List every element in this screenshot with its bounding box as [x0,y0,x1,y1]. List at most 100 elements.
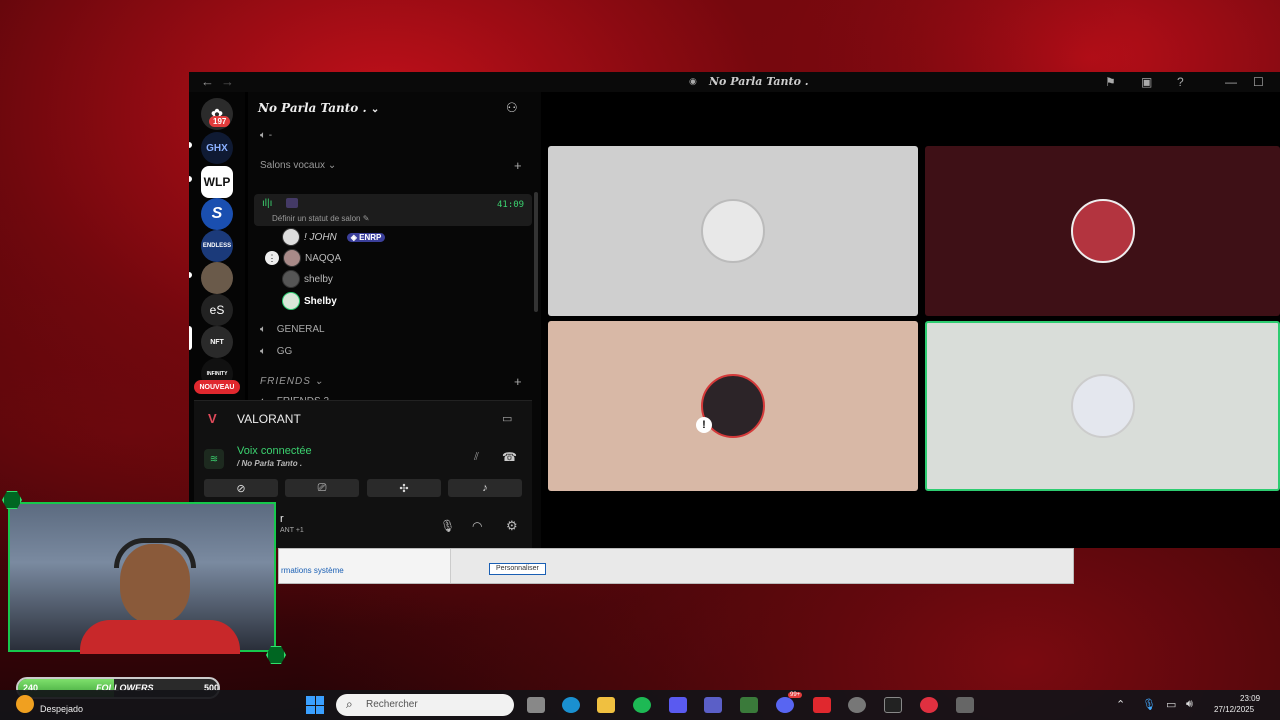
server-icon-es[interactable]: eS [201,294,233,326]
channel-emoji [286,198,298,208]
tray-chevron-icon[interactable]: ⌃ [1116,698,1125,711]
channel-top[interactable]: 🔈︎ - [260,130,272,141]
game-name: VALORANT [237,412,301,426]
store-icon[interactable] [669,697,687,713]
app-icon[interactable] [740,697,758,713]
headset [114,538,196,568]
channel-label: - [268,130,273,141]
system-info-link[interactable]: rmations système [281,566,344,575]
search-placeholder: Rechercher [366,699,418,710]
voice-member[interactable]: Shelby [282,292,337,310]
unread-pip [189,176,192,182]
voice-member[interactable]: shelby [282,270,333,288]
settings-gear-icon[interactable]: ⚙ [506,518,518,534]
member-name: shelby [304,273,333,285]
window-title: No Parla Tanto . [709,75,809,88]
scrollbar[interactable] [534,192,538,312]
voice-activity-icon: ıl|ı [262,198,273,209]
back-icon[interactable]: ← [201,74,214,89]
taskbar-search[interactable]: ⌕ Rechercher [336,694,514,716]
teams-icon[interactable] [704,697,722,713]
server-icon-photo[interactable] [201,262,233,294]
add-channel-icon[interactable]: + [514,158,522,173]
guild-name-text: No Parla Tanto . [258,101,367,115]
discord-icon[interactable] [776,697,794,713]
member-name: NAQQA [305,252,342,264]
category-friends[interactable]: FRIENDS ⌄ [260,376,324,387]
forward-icon[interactable]: → [221,74,234,89]
voice-member[interactable]: ! JOHN ◈ ENRP [282,228,386,246]
valorant-icon: V [208,411,217,426]
terminal-icon[interactable] [884,697,902,713]
tray-display-icon[interactable]: ▭ [1166,698,1176,711]
share-screen-button[interactable]: ⎚ [285,479,359,497]
video-tile[interactable] [548,146,918,316]
server-icon-nft[interactable]: NFT [201,326,233,358]
server-icon-s[interactable]: S [201,198,233,230]
voice-member[interactable]: ⋮ NAQQA [265,249,341,267]
weather-label: Despejado [40,704,84,714]
screen-share-icon[interactable]: ▭ [502,412,512,425]
alert-icon: ! [696,417,712,433]
participant-avatar [701,199,765,263]
valorant-taskbar-icon[interactable] [813,697,831,713]
guild-name[interactable]: No Parla Tanto . ⌄ [258,101,379,115]
camera-off-icon: ⊘ [236,482,246,495]
inbox-icon[interactable]: ▣ [1141,75,1152,89]
activities-button[interactable]: ✣ [367,479,441,497]
headphones-icon[interactable]: ◠ [472,519,482,533]
channel-gg[interactable]: 🔈︎ GG [260,346,292,357]
discord-window: ← → ◉ No Parla Tanto . ⚑ ▣ ? — ☐ ✿ 197 G… [189,72,1280,548]
start-icon[interactable] [306,696,324,714]
server-icon-ghx[interactable]: GHX [201,132,233,164]
app-grey-icon[interactable] [956,697,974,713]
speaker-icon: 🔈︎ [260,324,266,335]
category-label: Salons vocaux [260,160,326,171]
video-tile-speaking[interactable] [925,321,1280,491]
add-member-icon[interactable]: ⚇ [506,100,518,116]
disconnect-icon[interactable]: ☎ [502,450,517,464]
channel-general[interactable]: 🔈︎ GENERAL [260,324,325,335]
webcam-overlay [8,502,276,654]
soundboard-button[interactable]: ♪ [448,479,522,497]
help-icon[interactable]: ? [1177,75,1184,89]
customize-button[interactable]: Personnaliser [489,563,546,575]
task-view-icon[interactable] [527,697,545,713]
avatar [283,249,301,267]
server-icon-197[interactable]: ✿ 197 [201,98,233,130]
video-tile[interactable] [925,146,1280,316]
server-icon-endless[interactable]: ENDLESS [201,230,233,262]
noise-suppression-icon[interactable]: ⫽ [474,451,479,464]
minimize-icon[interactable]: — [1225,75,1237,89]
maximize-icon[interactable]: ☐ [1253,75,1264,89]
video-tile[interactable]: ! [548,321,918,491]
channel-label: GG [276,346,293,357]
category-voice[interactable]: Salons vocaux ⌄ [260,160,336,171]
microphone-icon[interactable]: 🎙︎ [440,519,455,533]
server-icon-wlp[interactable]: WLP [201,166,233,198]
spotify-icon[interactable] [633,697,651,713]
edge-icon[interactable] [562,697,580,713]
speaker-icon: 🔈︎ [260,130,266,141]
app-red-icon[interactable] [920,697,938,713]
taskbar: Despejado ⌕ Rechercher 99+ ⌃ 🎙︎ ▭ 🔊︎ 23:… [0,690,1280,720]
clock-time[interactable]: 23:09 [1240,694,1260,703]
camera-off-button[interactable]: ⊘ [204,479,278,497]
voice-channel-label: / No Parla Tanto . [237,459,303,468]
steam-icon[interactable] [848,697,866,713]
user-name: r [280,513,284,525]
file-explorer-icon[interactable] [597,697,615,713]
soundboard-icon: ♪ [482,482,488,494]
new-badge[interactable]: NOUVEAU [194,380,240,394]
participant-avatar [1070,374,1135,438]
avatar [282,270,300,288]
tray-volume-icon[interactable]: 🔊︎ [1186,698,1193,711]
flag-icon[interactable]: ⚑ [1105,75,1116,89]
tray-mic-icon[interactable]: 🎙︎ [1142,698,1156,711]
clock-date[interactable]: 27/12/2025 [1214,705,1254,714]
weather-icon[interactable] [16,695,34,713]
signal-icon[interactable]: ≋ [204,449,224,469]
add-channel-icon[interactable]: + [514,374,522,389]
chevron-down-icon: ⌄ [370,104,380,115]
set-status-link[interactable]: Définir un statut de salon ✎ [272,214,369,223]
